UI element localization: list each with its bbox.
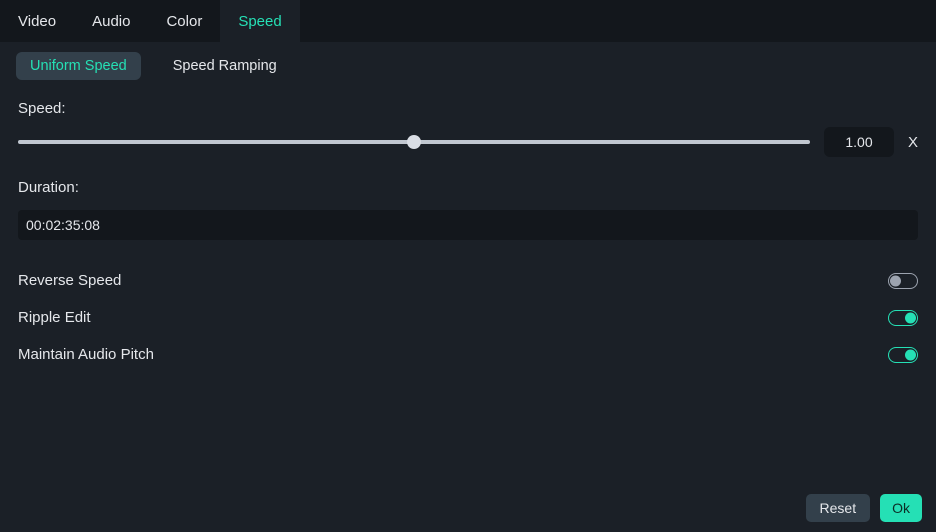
tab-speed[interactable]: Speed [220,0,299,42]
ok-button[interactable]: Ok [880,494,922,522]
maintain-pitch-toggle[interactable] [888,347,918,363]
maintain-pitch-row: Maintain Audio Pitch [18,346,918,363]
duration-input[interactable] [18,210,918,240]
ripple-edit-row: Ripple Edit [18,309,918,326]
speed-suffix: X [908,134,918,151]
top-tabs: Video Audio Color Speed [0,0,936,42]
toggle-knob [890,275,901,286]
duration-label: Duration: [18,179,79,196]
sub-tabs: Uniform Speed Speed Ramping [0,42,936,84]
tab-color[interactable]: Color [148,0,220,42]
maintain-pitch-label: Maintain Audio Pitch [18,346,154,363]
footer: Reset Ok [806,494,922,522]
ripple-edit-toggle[interactable] [888,310,918,326]
reverse-speed-toggle[interactable] [888,273,918,289]
reverse-speed-row: Reverse Speed [18,272,918,289]
tab-video[interactable]: Video [0,0,74,42]
tab-audio[interactable]: Audio [74,0,148,42]
reverse-speed-label: Reverse Speed [18,272,121,289]
speed-label: Speed: [18,100,66,117]
speed-row: X [18,127,918,157]
speed-panel: Speed: X Duration: Reverse Speed Ripple … [0,84,936,363]
reset-button[interactable]: Reset [806,494,871,522]
speed-input[interactable] [824,127,894,157]
speed-slider-thumb[interactable] [407,135,421,149]
toggle-knob [905,349,916,360]
speed-slider[interactable] [18,132,810,152]
ripple-edit-label: Ripple Edit [18,309,91,326]
sub-tab-uniform-speed[interactable]: Uniform Speed [16,52,141,80]
toggle-knob [905,312,916,323]
sub-tab-speed-ramping[interactable]: Speed Ramping [159,52,291,80]
